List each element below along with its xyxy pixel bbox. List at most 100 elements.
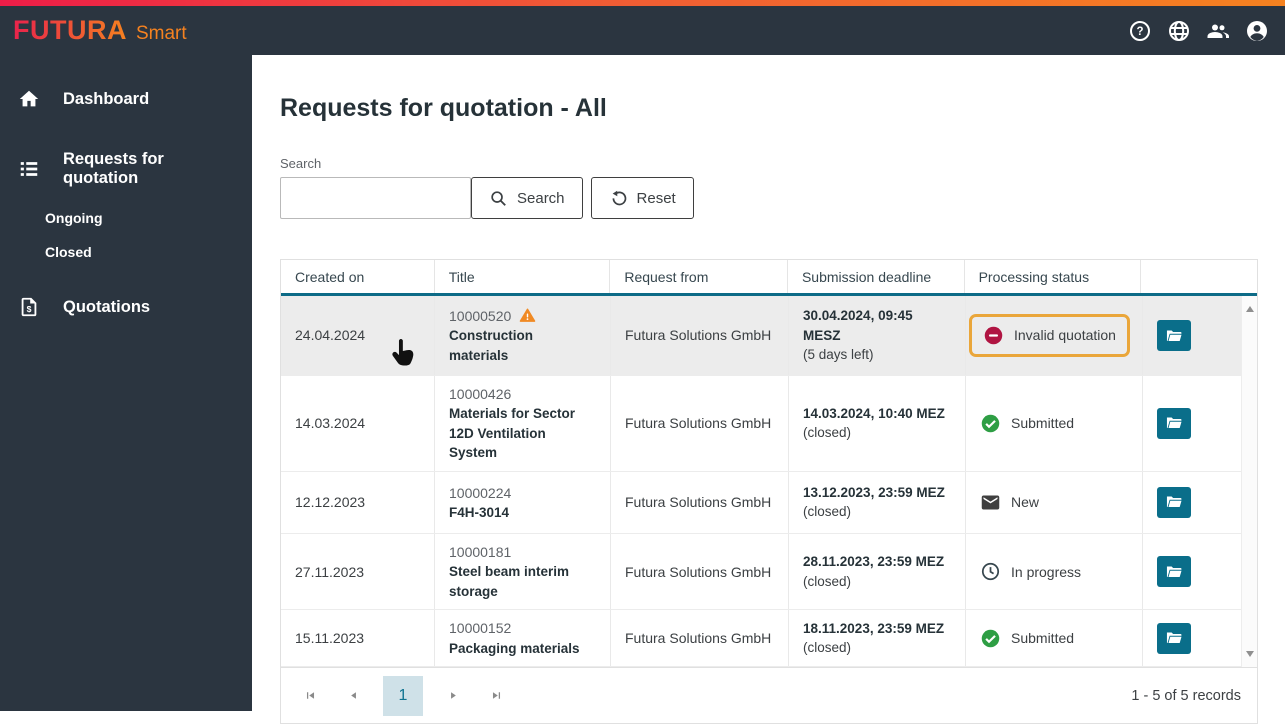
deadline-date: 28.11.2023, 23:59 MEZ — [803, 554, 945, 570]
header-actions: ? — [1128, 19, 1269, 43]
open-request-button[interactable] — [1157, 320, 1191, 351]
folder-open-icon — [1165, 629, 1183, 647]
cell-deadline: 30.04.2024, 09:45 MESZ (5 days left) — [789, 296, 966, 375]
cell-request-from: Futura Solutions GmbH — [611, 376, 789, 471]
deadline-date: 30.04.2024, 09:45 MESZ — [803, 308, 913, 343]
sidebar-item-label: Quotations — [63, 297, 151, 316]
cell-request-from: Futura Solutions GmbH — [611, 610, 789, 667]
column-header-processing-status: Processing status — [965, 260, 1142, 293]
brand-logo: FUTURA Smart — [13, 15, 187, 46]
sidebar-item-requests-for-quotation[interactable]: Requests for quotation — [0, 137, 252, 201]
reset-button-label: Reset — [636, 189, 676, 207]
main-content: Requests for quotation - All Search Sear… — [252, 55, 1285, 724]
page-title: Requests for quotation - All — [280, 94, 607, 122]
request-number: 10000181 — [449, 542, 596, 562]
table-row[interactable]: 27.11.2023 10000181 Steel beam interim sto… — [281, 533, 1243, 611]
request-number-text: 10000152 — [449, 620, 512, 637]
deadline-note: (closed) — [803, 504, 852, 520]
deadline-date: 18.11.2023, 23:59 MEZ — [803, 620, 945, 636]
open-request-button[interactable] — [1157, 556, 1191, 588]
cell-deadline: 28.11.2023, 23:59 MEZ (closed) — [789, 533, 966, 610]
folder-open-icon — [1165, 563, 1183, 581]
folder-open-icon — [1165, 327, 1183, 345]
request-number-text: 10000181 — [449, 543, 512, 560]
folder-open-icon — [1165, 493, 1183, 511]
open-request-button[interactable] — [1157, 407, 1191, 439]
column-header-submission-deadline: Submission deadline — [788, 260, 965, 293]
column-header-actions — [1141, 260, 1257, 293]
search-block: Search Search Reset — [280, 156, 1285, 219]
help-icon[interactable]: ? — [1128, 19, 1152, 43]
table-row[interactable]: 24.04.2024 10000520 Construction materials… — [281, 296, 1243, 376]
request-number: 10000224 — [449, 483, 596, 503]
mail-icon — [980, 492, 1001, 513]
app-header: FUTURA Smart ? — [0, 6, 1285, 55]
cell-status: Invalid quotation — [966, 296, 1143, 375]
warning-icon — [519, 307, 536, 324]
cell-created-on: 14.03.2024 — [281, 376, 435, 471]
status-label: Invalid quotation — [1014, 327, 1116, 344]
last-page-icon[interactable] — [483, 683, 509, 709]
request-number: 10000426 — [449, 384, 596, 404]
deadline-date: 13.12.2023, 23:59 MEZ — [803, 484, 945, 500]
deadline-note: (closed) — [803, 573, 852, 589]
table-scrollbar[interactable] — [1241, 296, 1257, 668]
clock-icon — [980, 561, 1001, 582]
deadline-note: (closed) — [803, 425, 852, 441]
deadline-note: (5 days left) — [803, 347, 874, 363]
table-row[interactable]: 12.12.2023 10000224 F4H-3014 Futura Solutio… — [281, 471, 1243, 534]
globe-icon[interactable] — [1167, 19, 1191, 43]
cell-status: Submitted — [966, 610, 1143, 667]
sidebar: Dashboard Requests for quotation Ongoing… — [0, 55, 252, 711]
table-row[interactable]: 15.11.2023 10000152 Packaging materials Fut… — [281, 610, 1243, 668]
deadline-note: (closed) — [803, 640, 852, 656]
cell-title: 10000181 Steel beam interim storage — [435, 533, 611, 610]
sidebar-item-label: Requests for quotation — [63, 150, 164, 187]
brand-name: FUTURA — [13, 15, 127, 45]
requests-table: Created on Title Request from Submission… — [280, 259, 1258, 724]
status-label: New — [1011, 494, 1040, 511]
request-number: 10000152 — [449, 618, 596, 638]
sidebar-item-closed[interactable]: Closed — [0, 235, 252, 269]
status-value: New — [980, 492, 1039, 513]
open-request-button[interactable] — [1157, 622, 1191, 654]
search-input[interactable] — [280, 177, 471, 219]
status-label: Submitted — [1011, 630, 1075, 647]
reset-icon — [609, 189, 628, 208]
request-title: Packaging materials — [449, 640, 580, 656]
sidebar-item-dashboard[interactable]: Dashboard — [0, 75, 252, 123]
open-request-button[interactable] — [1157, 486, 1191, 518]
users-icon[interactable] — [1206, 19, 1230, 43]
sidebar-item-label: Dashboard — [63, 89, 150, 108]
search-button[interactable]: Search — [471, 177, 583, 219]
page-1-button[interactable]: 1 — [383, 675, 423, 716]
next-page-icon[interactable] — [440, 683, 466, 709]
cell-request-from: Futura Solutions GmbH — [611, 471, 789, 533]
scroll-down-icon[interactable] — [1246, 651, 1254, 658]
svg-text:$: $ — [27, 304, 32, 314]
cell-request-from: Futura Solutions GmbH — [611, 296, 789, 375]
sidebar-item-ongoing[interactable]: Ongoing — [0, 201, 252, 235]
first-page-icon[interactable] — [297, 683, 323, 709]
column-header-created-on: Created on — [281, 260, 435, 293]
cell-title: 10000152 Packaging materials — [435, 610, 611, 667]
minus-circle-icon — [983, 325, 1004, 346]
status-label: In progress — [1011, 563, 1082, 580]
account-icon[interactable] — [1245, 19, 1269, 43]
cell-action — [1143, 610, 1243, 666]
cell-action — [1143, 376, 1243, 471]
app: FUTURA Smart ? Dashboard Requests for qu… — [0, 0, 1285, 724]
cell-created-on: 15.11.2023 — [281, 610, 435, 667]
sidebar-item-quotations[interactable]: $ Quotations — [0, 283, 252, 331]
table-row[interactable]: 14.03.2024 10000426 Materials for Sector 1… — [281, 376, 1243, 472]
cell-action — [1143, 472, 1243, 533]
check-circle-icon — [980, 628, 1001, 649]
reset-button[interactable]: Reset — [590, 177, 694, 219]
request-title: Steel beam interim storage — [449, 564, 570, 599]
folder-open-icon — [1165, 414, 1183, 432]
prev-page-icon[interactable] — [340, 683, 366, 709]
search-label: Search — [280, 156, 322, 171]
cell-title: 10000520 Construction materials — [435, 296, 611, 375]
scroll-up-icon[interactable] — [1246, 306, 1254, 312]
cell-created-on: 27.11.2023 — [281, 533, 435, 610]
